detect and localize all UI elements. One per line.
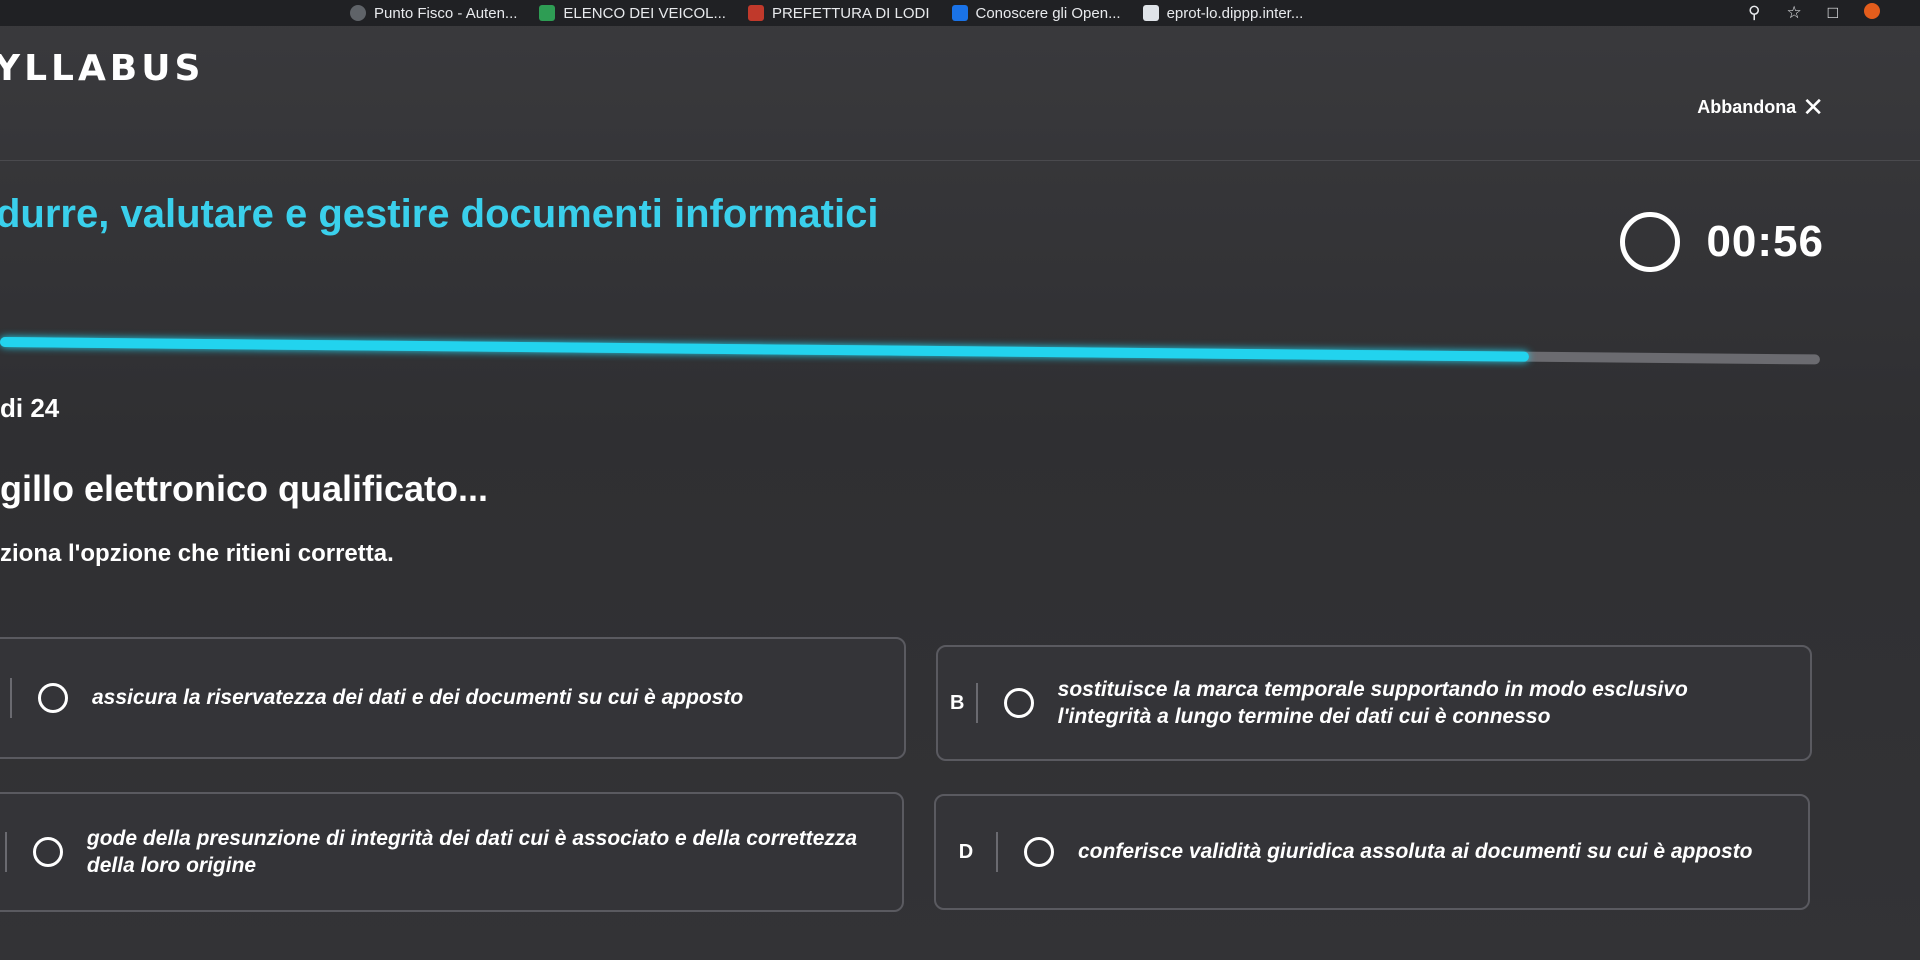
option-text: assicura la riservatezza dei dati e dei … bbox=[92, 686, 744, 710]
timer-ring-icon bbox=[1620, 212, 1681, 272]
option-c[interactable]: C gode della presunzione di integrità de… bbox=[0, 792, 904, 912]
option-text: conferisce validità giuridica assoluta a… bbox=[1078, 840, 1753, 864]
option-letter: A bbox=[0, 687, 10, 710]
option-d[interactable]: D conferisce validità giuridica assoluta… bbox=[934, 794, 1810, 910]
option-b[interactable]: B sostituisce la marca temporale support… bbox=[936, 645, 1812, 761]
option-letter: D bbox=[958, 840, 974, 863]
bookmark-green-icon bbox=[539, 5, 556, 21]
app-header: YLLABUS bbox=[0, 26, 1920, 126]
option-a[interactable]: A assicura la riservatezza dei dati e de… bbox=[0, 637, 906, 759]
radio-icon[interactable] bbox=[1003, 688, 1034, 718]
progress-fill bbox=[0, 337, 1529, 362]
radio-icon[interactable] bbox=[32, 837, 63, 867]
bookmark-white-icon bbox=[1142, 5, 1159, 21]
option-divider bbox=[996, 832, 998, 872]
option-divider bbox=[976, 683, 978, 723]
zoom-icon[interactable]: ⚲ bbox=[1748, 3, 1760, 23]
bookmarks-bar: Punto Fisco - Auten... ELENCO DEI VEICOL… bbox=[0, 0, 1920, 26]
star-icon[interactable]: ☆ bbox=[1786, 3, 1801, 23]
browser-tools: ⚲ ☆ □ bbox=[1748, 3, 1880, 23]
bookmark-prefettura[interactable]: PREFETTURA DI LODI bbox=[747, 4, 930, 22]
option-text: sostituisce la marca temporale supportan… bbox=[1057, 677, 1688, 728]
radio-icon[interactable] bbox=[1024, 837, 1054, 867]
radio-icon[interactable] bbox=[38, 683, 68, 713]
option-letter: B bbox=[949, 691, 965, 714]
quiz-title: durre, valutare e gestire documenti info… bbox=[0, 192, 879, 236]
globe-icon bbox=[350, 5, 366, 21]
bookmark-conoscere[interactable]: Conoscere gli Open... bbox=[951, 4, 1121, 22]
bookmark-eprot[interactable]: eprot-lo.dippp.inter... bbox=[1142, 4, 1304, 22]
bookmark-label: PREFETTURA DI LODI bbox=[771, 4, 930, 22]
question-text: gillo elettronico qualificato... bbox=[0, 468, 489, 509]
bookmark-blue-icon bbox=[951, 5, 968, 21]
profile-icon[interactable] bbox=[1864, 3, 1880, 19]
bookmark-red-icon bbox=[747, 5, 764, 21]
logo: YLLABUS bbox=[0, 48, 205, 89]
abandon-button[interactable]: Abbandona ✕ bbox=[1697, 94, 1824, 120]
option-divider bbox=[5, 832, 7, 872]
bookmark-label: ELENCO DEI VEICOL... bbox=[563, 4, 726, 22]
bookmark-label: Conoscere gli Open... bbox=[975, 4, 1121, 22]
timer: 00:56 bbox=[1620, 212, 1824, 272]
extensions-icon[interactable]: □ bbox=[1828, 3, 1838, 23]
option-divider bbox=[10, 678, 12, 718]
bookmark-label: Punto Fisco - Auten... bbox=[374, 4, 518, 22]
question-hint: ziona l'opzione che ritieni corretta. bbox=[0, 540, 394, 567]
page: Punto Fisco - Auten... ELENCO DEI VEICOL… bbox=[0, 0, 1920, 960]
close-icon: ✕ bbox=[1802, 92, 1824, 122]
progress-bar bbox=[0, 337, 1820, 365]
bookmark-label: eprot-lo.dippp.inter... bbox=[1166, 4, 1304, 22]
abandon-label: Abbandona bbox=[1697, 96, 1797, 117]
header-divider bbox=[0, 160, 1920, 161]
question-counter: di 24 bbox=[0, 393, 60, 423]
option-text: gode della presunzione di integrità dei … bbox=[86, 826, 858, 877]
timer-text: 00:56 bbox=[1706, 217, 1824, 266]
bookmark-punto-fisco[interactable]: Punto Fisco - Auten... bbox=[350, 5, 517, 22]
bookmark-elenco-veicoli[interactable]: ELENCO DEI VEICOL... bbox=[539, 5, 726, 22]
